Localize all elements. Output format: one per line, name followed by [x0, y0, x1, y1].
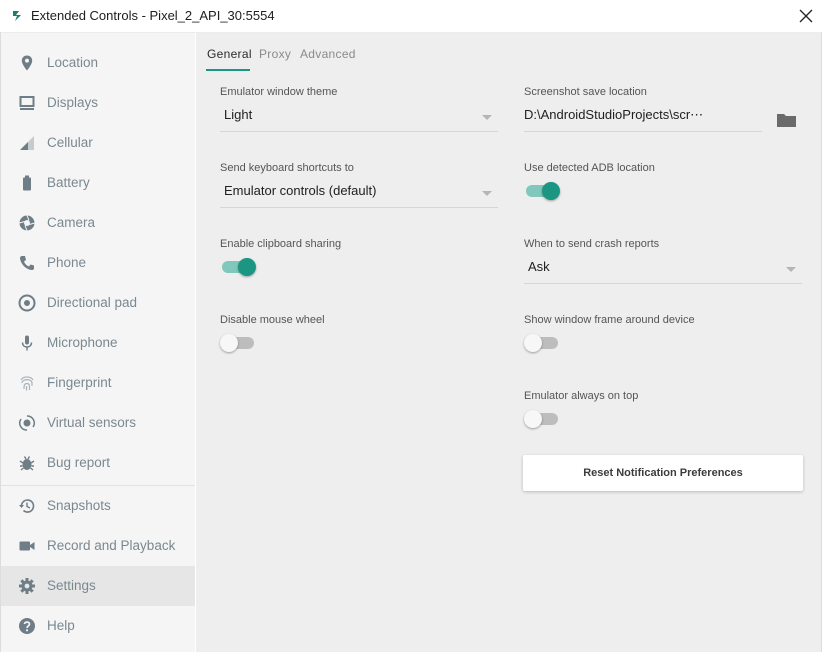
reset-notification-preferences-button[interactable]: Reset Notification Preferences	[523, 455, 803, 491]
camera-icon	[19, 215, 35, 231]
sidebar-item-label: Battery	[47, 175, 90, 190]
display-icon	[19, 96, 35, 110]
sidebar-item-fingerprint[interactable]: Fingerprint	[1, 363, 195, 403]
sidebar-item-label: Settings	[47, 578, 96, 593]
sidebar-item-label: Displays	[47, 95, 99, 110]
adb-location-toggle[interactable]	[524, 181, 560, 201]
tab-advanced[interactable]: Advanced	[300, 47, 356, 61]
sidebar-item-battery[interactable]: Battery	[1, 163, 195, 203]
theme-label: Emulator window theme	[220, 86, 338, 98]
sidebar-item-label: Fingerprint	[47, 375, 112, 390]
sidebar-item-help[interactable]: Help	[1, 606, 195, 646]
sidebar-item-label: Location	[47, 55, 99, 70]
sidebar-item-settings[interactable]: Settings	[1, 566, 195, 606]
sidebar-item-label: Cellular	[47, 135, 93, 150]
title-bar: Extended Controls - Pixel_2_API_30:5554	[0, 0, 822, 33]
sidebar-item-label: Microphone	[47, 335, 118, 350]
screenshot-location-field[interactable]: D:\AndroidStudioProjects\scr⋯	[524, 105, 762, 132]
theme-value: Light	[224, 107, 253, 122]
crash-reports-value: Ask	[528, 259, 550, 274]
folder-icon	[777, 114, 796, 127]
browse-folder-button[interactable]	[776, 111, 798, 129]
tab-general[interactable]: General	[207, 47, 252, 61]
location-pin-icon	[21, 55, 33, 71]
sidebar-item-label: Virtual sensors	[47, 415, 137, 430]
sidebar-item-label: Bug report	[47, 455, 111, 470]
microphone-icon	[21, 335, 33, 351]
always-on-top-toggle[interactable]	[524, 409, 560, 429]
chevron-down-icon	[786, 267, 796, 272]
theme-select[interactable]: Light	[220, 105, 498, 132]
active-tab-indicator	[206, 69, 250, 71]
sidebar-item-label: Camera	[47, 215, 96, 230]
screenshot-location-value: D:\AndroidStudioProjects\scr⋯	[524, 107, 704, 122]
settings-panel: General Proxy Advanced Emulator window t…	[196, 33, 821, 652]
phone-icon	[20, 256, 34, 270]
mouse-wheel-label: Disable mouse wheel	[220, 314, 325, 326]
sidebar-item-label: Snapshots	[47, 498, 111, 513]
sidebar-item-snapshots[interactable]: Snapshots	[1, 486, 195, 526]
bug-icon	[19, 456, 35, 471]
fingerprint-icon	[20, 376, 34, 391]
shortcuts-label: Send keyboard shortcuts to	[220, 162, 354, 174]
sidebar-item-record-playback[interactable]: Record and Playback	[1, 526, 195, 566]
crash-reports-select[interactable]: Ask	[524, 257, 802, 284]
dpad-icon	[18, 294, 36, 312]
sidebar-item-label: Record and Playback	[47, 538, 176, 553]
close-icon	[799, 9, 813, 23]
sidebar-item-location[interactable]: Location	[1, 43, 195, 83]
sidebar-item-microphone[interactable]: Microphone	[1, 323, 195, 363]
tab-proxy[interactable]: Proxy	[259, 47, 291, 61]
screenshot-location-label: Screenshot save location	[524, 86, 647, 98]
clipboard-toggle[interactable]	[220, 257, 256, 277]
sidebar: Location Displays Cellular Battery Camer…	[1, 33, 195, 652]
sidebar-item-bug-report[interactable]: Bug report	[1, 443, 195, 483]
help-icon	[19, 618, 35, 634]
clipboard-label: Enable clipboard sharing	[220, 238, 342, 250]
sidebar-item-directional-pad[interactable]: Directional pad	[1, 283, 195, 323]
adb-location-label: Use detected ADB location	[524, 162, 655, 174]
battery-icon	[23, 175, 31, 191]
window-frame-toggle[interactable]	[524, 333, 560, 353]
shortcuts-value: Emulator controls (default)	[224, 183, 377, 198]
chevron-down-icon	[482, 115, 492, 120]
mouse-wheel-toggle[interactable]	[220, 333, 256, 353]
emulator-app-icon	[13, 11, 21, 21]
sidebar-item-label: Help	[47, 618, 75, 633]
close-button[interactable]	[792, 2, 820, 30]
sensors-icon	[19, 415, 35, 431]
crash-reports-label: When to send crash reports	[524, 238, 660, 250]
window-frame-label: Show window frame around device	[524, 314, 695, 326]
shortcuts-select[interactable]: Emulator controls (default)	[220, 181, 498, 208]
gear-icon	[19, 578, 35, 594]
sidebar-item-label: Directional pad	[47, 295, 138, 310]
window-title: Extended Controls - Pixel_2_API_30:5554	[31, 8, 275, 23]
sidebar-item-displays[interactable]: Displays	[1, 83, 195, 123]
videocam-icon	[19, 541, 35, 551]
history-icon	[19, 499, 35, 513]
chevron-down-icon	[482, 191, 492, 196]
sidebar-item-virtual-sensors[interactable]: Virtual sensors	[1, 403, 195, 443]
sidebar-item-cellular[interactable]: Cellular	[1, 123, 195, 163]
sidebar-item-phone[interactable]: Phone	[1, 243, 195, 283]
always-on-top-label: Emulator always on top	[524, 390, 639, 402]
signal-icon	[20, 136, 34, 150]
sidebar-item-camera[interactable]: Camera	[1, 203, 195, 243]
sidebar-item-label: Phone	[47, 255, 87, 270]
